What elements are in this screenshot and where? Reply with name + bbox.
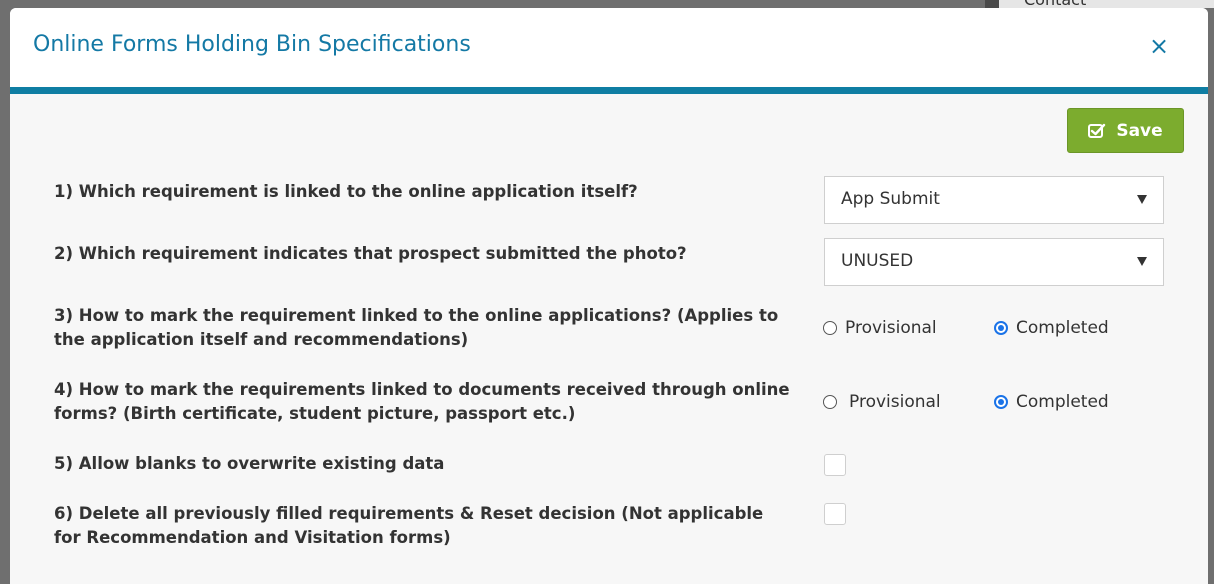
delete-requirements-checkbox[interactable] <box>824 503 846 525</box>
modal-header: Online Forms Holding Bin Specifications … <box>10 8 1208 94</box>
question-4-label: 4) How to mark the requirements linked t… <box>54 380 790 423</box>
question-6-label: 6) Delete all previously filled requirem… <box>54 504 764 547</box>
radio-provisional[interactable] <box>823 395 837 409</box>
select-value: UNUSED <box>841 251 914 271</box>
q4-provisional-option[interactable]: Provisional <box>823 392 941 412</box>
radio-provisional[interactable] <box>823 321 837 335</box>
caret-down-icon <box>1137 257 1147 266</box>
question-1-label: 1) Which requirement is linked to the on… <box>54 182 638 201</box>
save-button[interactable]: Save <box>1067 108 1184 153</box>
close-icon[interactable]: × <box>1145 32 1173 60</box>
question-5-label: 5) Allow blanks to overwrite existing da… <box>54 454 445 473</box>
q3-provisional-option[interactable]: Provisional <box>823 318 937 338</box>
background-panel <box>985 0 1214 8</box>
holding-bin-modal: Online Forms Holding Bin Specifications … <box>10 8 1208 584</box>
check-square-icon <box>1088 123 1106 138</box>
background-divider <box>985 0 999 8</box>
select-value: App Submit <box>841 189 940 209</box>
caret-down-icon <box>1137 195 1147 204</box>
photo-requirement-select[interactable]: UNUSED <box>824 238 1164 286</box>
radio-label: Completed <box>1016 318 1109 338</box>
q3-completed-option[interactable]: Completed <box>994 318 1109 338</box>
radio-label: Provisional <box>849 392 941 412</box>
radio-completed[interactable] <box>994 321 1008 335</box>
save-label: Save <box>1116 120 1163 141</box>
question-3-label: 3) How to mark the requirement linked to… <box>54 306 779 349</box>
radio-completed[interactable] <box>994 395 1008 409</box>
question-2-label: 2) Which requirement indicates that pros… <box>54 244 687 263</box>
modal-title: Online Forms Holding Bin Specifications <box>33 32 471 57</box>
linked-requirement-select[interactable]: App Submit <box>824 176 1164 224</box>
allow-blanks-checkbox[interactable] <box>824 454 846 476</box>
q4-completed-option[interactable]: Completed <box>994 392 1109 412</box>
radio-label: Completed <box>1016 392 1109 412</box>
radio-label: Provisional <box>845 318 937 338</box>
